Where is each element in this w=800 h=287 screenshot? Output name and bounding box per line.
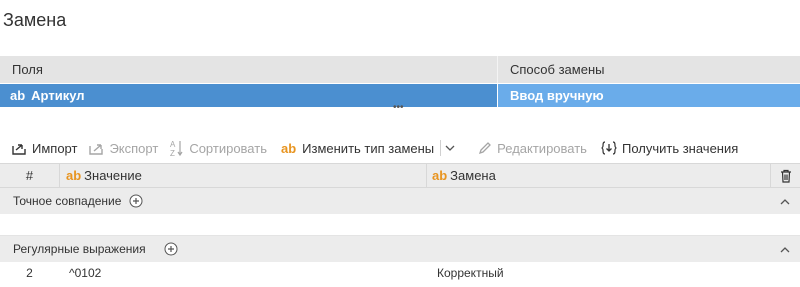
group-exact-match[interactable]: Точное совпадение [0,188,800,214]
change-replace-type-button[interactable]: ab Изменить тип замены [281,134,460,162]
chevron-up-icon[interactable] [780,198,790,205]
method-cell[interactable]: Ввод вручную [498,84,800,107]
divider [440,140,442,156]
string-type-icon: ab [432,168,448,183]
column-header-method[interactable]: Способ замены [498,56,800,83]
group-regex[interactable]: Регулярные выражения [0,236,800,262]
string-type-icon: ab [10,88,26,103]
svg-text:A: A [170,140,176,149]
chevron-down-icon[interactable] [445,144,455,152]
column-header-number[interactable]: # [0,168,59,183]
string-type-icon: ab [280,140,297,156]
pencil-icon [479,142,492,155]
toolbar: Импорт Экспорт AZ Сортировать ab Изменит… [0,134,800,162]
column-header-value[interactable]: ab Значение [59,164,426,187]
get-values-icon [601,141,617,155]
import-button[interactable]: Импорт [12,134,77,162]
resize-splitter-handle[interactable]: ••• [393,103,404,113]
values-grid: # ab Значение ab Замена Точное совпадение … [0,163,800,284]
fields-table-header: Поля Способ замены [0,56,800,83]
empty-row [0,214,800,236]
add-icon[interactable] [129,194,143,208]
fields-table: Поля Способ замены ab Артикул Ввод вручну… [0,56,800,107]
trash-icon [780,169,791,183]
svg-text:Z: Z [170,149,175,157]
group-label: Точное совпадение [13,194,122,208]
add-icon[interactable] [164,242,178,256]
column-header-replace[interactable]: ab Замена [426,164,770,187]
export-button[interactable]: Экспорт [89,134,158,162]
field-cell[interactable]: ab Артикул [0,84,498,107]
page-title: Замена [3,10,67,30]
row-replace[interactable]: Корректный [426,266,800,280]
row-number: 2 [26,266,33,280]
column-header-fields[interactable]: Поля [0,56,498,83]
grid-header: # ab Значение ab Замена [0,163,800,188]
sort-az-icon: AZ [170,140,183,157]
table-row[interactable]: 2 ^0102 Корректный [0,262,800,284]
field-name: Артикул [31,88,85,103]
string-type-icon: ab [66,168,82,183]
export-icon [89,143,104,155]
get-values-button[interactable]: Получить значения [601,134,738,162]
delete-button[interactable] [770,164,800,187]
chevron-up-icon[interactable] [780,246,790,253]
sort-button[interactable]: AZ Сортировать [170,134,267,162]
import-icon [12,143,26,155]
group-label: Регулярные выражения [13,242,146,256]
row-value[interactable]: ^0102 [59,266,426,280]
edit-button[interactable]: Редактировать [478,134,587,162]
